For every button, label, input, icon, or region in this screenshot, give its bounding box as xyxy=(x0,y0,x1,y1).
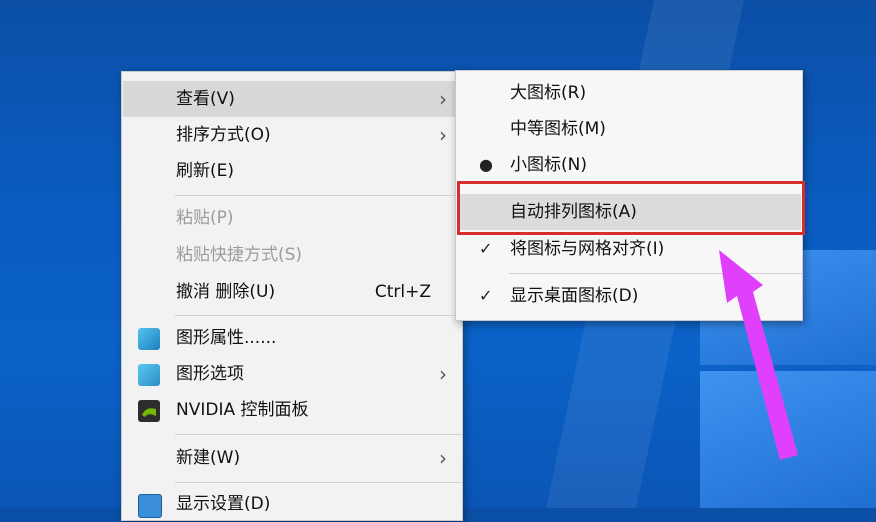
checkmark-icon: ✓ xyxy=(479,239,493,258)
menu-separator xyxy=(175,482,462,483)
menu-item-graphics-properties[interactable]: 图形属性...... xyxy=(123,320,461,356)
menu-item-nvidia-control-panel[interactable]: NVIDIA 控制面板 xyxy=(123,392,461,428)
display-settings-icon xyxy=(138,494,162,518)
submenu-item-align-to-grid[interactable]: ✓ 将图标与网格对齐(I) xyxy=(457,231,801,267)
submenu-item-show-desktop-icons[interactable]: ✓ 显示桌面图标(D) xyxy=(457,278,801,314)
submenu-item-label: 小图标(N) xyxy=(510,155,587,175)
chevron-right-icon: › xyxy=(439,123,447,147)
menu-item-label: 新建(W) xyxy=(176,448,241,468)
menu-item-label: NVIDIA 控制面板 xyxy=(176,400,309,420)
menu-item-label: 图形选项 xyxy=(176,364,244,384)
menu-item-label: 刷新(E) xyxy=(176,161,235,181)
menu-separator xyxy=(175,315,462,316)
menu-item-label: 粘贴(P) xyxy=(176,208,234,228)
shortcut-label: Ctrl+Z xyxy=(374,282,431,302)
menu-item-undo-delete[interactable]: 撤消 删除(U) Ctrl+Z xyxy=(123,274,461,310)
menu-item-label: 撤消 删除(U) xyxy=(176,282,276,302)
menu-item-view[interactable]: 查看(V) › xyxy=(123,81,461,117)
submenu-item-label: 中等图标(M) xyxy=(510,119,606,139)
submenu-item-large-icons[interactable]: 大图标(R) xyxy=(457,75,801,111)
submenu-item-small-icons[interactable]: ● 小图标(N) xyxy=(457,147,801,183)
submenu-item-label: 将图标与网格对齐(I) xyxy=(510,239,665,259)
menu-item-graphics-options[interactable]: 图形选项 › xyxy=(123,356,461,392)
menu-separator xyxy=(175,434,462,435)
menu-item-label: 查看(V) xyxy=(176,89,235,109)
menu-item-paste-shortcut[interactable]: 粘贴快捷方式(S) xyxy=(123,237,461,273)
menu-item-refresh[interactable]: 刷新(E) xyxy=(123,153,461,189)
desktop-context-menu: 查看(V) › 排序方式(O) › 刷新(E) 粘贴(P) 粘贴快捷方式(S) … xyxy=(121,71,463,521)
menu-item-label: 显示设置(D) xyxy=(176,494,271,514)
menu-item-display-settings[interactable]: 显示设置(D) xyxy=(123,486,461,522)
submenu-item-medium-icons[interactable]: 中等图标(M) xyxy=(457,111,801,147)
checkmark-icon: ✓ xyxy=(479,286,493,305)
submenu-item-label: 显示桌面图标(D) xyxy=(510,286,639,306)
annotation-highlight-box xyxy=(457,181,805,235)
chevron-right-icon: › xyxy=(439,362,447,386)
graphics-properties-icon xyxy=(138,328,160,350)
chevron-right-icon: › xyxy=(439,446,447,470)
menu-separator xyxy=(175,195,462,196)
menu-item-label: 排序方式(O) xyxy=(176,125,271,145)
windows-logo-pane-bottom xyxy=(700,371,876,508)
submenu-item-label: 大图标(R) xyxy=(510,83,587,103)
menu-item-paste[interactable]: 粘贴(P) xyxy=(123,200,461,236)
radio-dot-icon: ● xyxy=(479,155,493,174)
graphics-options-icon xyxy=(138,364,160,386)
submenu-separator xyxy=(509,273,802,274)
menu-item-label: 图形属性...... xyxy=(176,328,277,348)
chevron-right-icon: › xyxy=(439,87,447,111)
nvidia-logo-icon xyxy=(142,408,156,417)
menu-item-sort-by[interactable]: 排序方式(O) › xyxy=(123,117,461,153)
menu-item-new[interactable]: 新建(W) › xyxy=(123,440,461,476)
nvidia-icon xyxy=(138,400,160,422)
menu-item-label: 粘贴快捷方式(S) xyxy=(176,245,303,265)
